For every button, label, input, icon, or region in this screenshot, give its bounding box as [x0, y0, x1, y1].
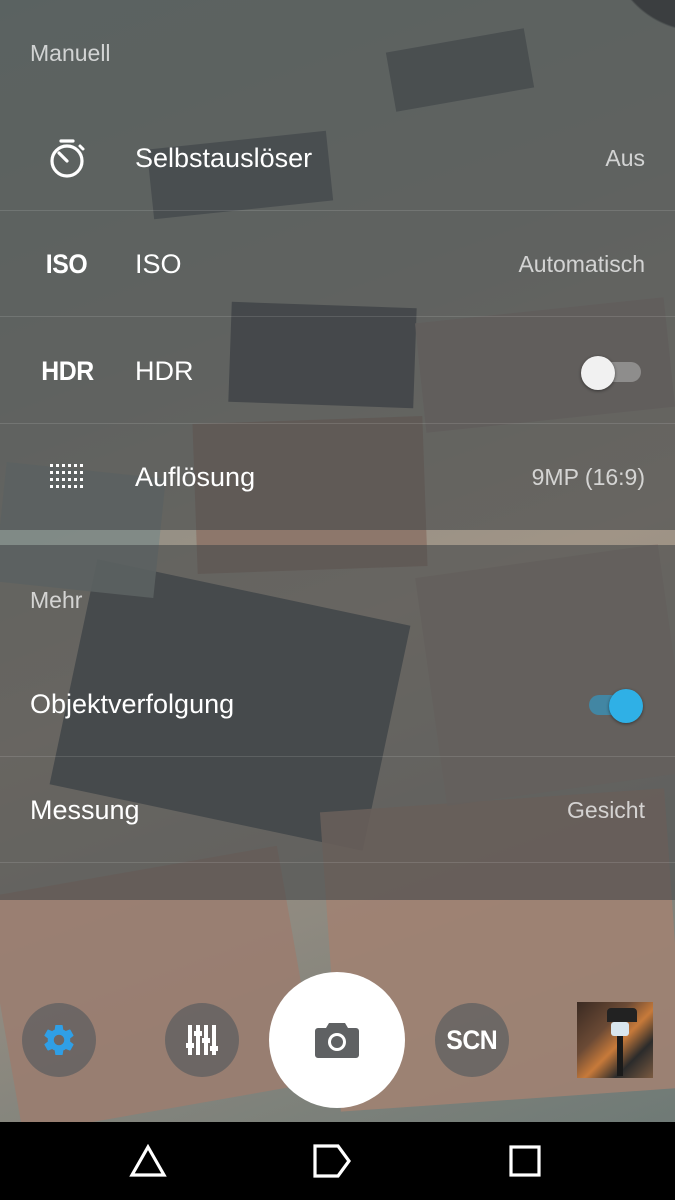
back-button[interactable]	[103, 1122, 193, 1200]
system-navigation-bar	[0, 1122, 675, 1200]
recent-square-icon	[509, 1145, 541, 1177]
setting-label: ISO	[135, 249, 182, 279]
setting-label: Objektverfolgung	[30, 689, 235, 719]
setting-label: Selbstauslöser	[135, 143, 313, 173]
camera-icon	[315, 1023, 359, 1058]
home-icon	[313, 1144, 351, 1178]
setting-row-tracking[interactable]: Objektverfolgung	[0, 651, 675, 757]
section-title-manual: Manuell	[30, 40, 111, 66]
setting-row-timer[interactable]: Selbstauslöser Aus	[0, 105, 675, 211]
setting-row-metering[interactable]: Messung Gesicht	[0, 757, 675, 863]
tracking-toggle[interactable]	[581, 689, 643, 723]
grid-icon	[30, 424, 104, 530]
setting-value: Aus	[605, 145, 645, 171]
settings-button[interactable]	[22, 1003, 96, 1077]
hdr-icon: HDR	[40, 355, 94, 386]
timer-icon	[30, 105, 104, 211]
sliders-icon	[186, 1025, 218, 1055]
setting-value: 9MP (16:9)	[531, 464, 645, 490]
setting-value: Automatisch	[518, 251, 645, 277]
iso-icon: ISO	[46, 248, 88, 279]
back-triangle-icon	[129, 1144, 167, 1177]
home-button[interactable]	[287, 1122, 377, 1200]
setting-label: Messung	[30, 795, 140, 825]
setting-row-hdr[interactable]: HDR HDR	[0, 318, 675, 424]
hdr-toggle[interactable]	[581, 356, 643, 390]
setting-row-iso[interactable]: ISO ISO Automatisch	[0, 211, 675, 317]
more-settings-panel: Mehr Objektverfolgung Messung Gesicht	[0, 545, 675, 900]
thumbnail-image	[607, 1008, 637, 1022]
manual-settings-panel: Manuell Selbstauslöser Aus ISO ISO Autom…	[0, 0, 675, 530]
shutter-button[interactable]	[269, 972, 405, 1108]
gear-icon	[44, 1025, 74, 1056]
scene-mode-button[interactable]: SCN	[435, 1003, 509, 1077]
setting-label: HDR	[135, 356, 194, 386]
gallery-thumbnail[interactable]	[577, 1002, 653, 1078]
setting-label: Auflösung	[135, 462, 256, 492]
setting-row-resolution[interactable]: Auflösung 9MP (16:9)	[0, 424, 675, 530]
section-title-more: Mehr	[30, 587, 83, 613]
manual-mode-button[interactable]	[165, 1003, 239, 1077]
setting-value: Gesicht	[567, 797, 645, 823]
scn-label: SCN	[446, 1024, 498, 1055]
recent-apps-button[interactable]	[480, 1122, 570, 1200]
